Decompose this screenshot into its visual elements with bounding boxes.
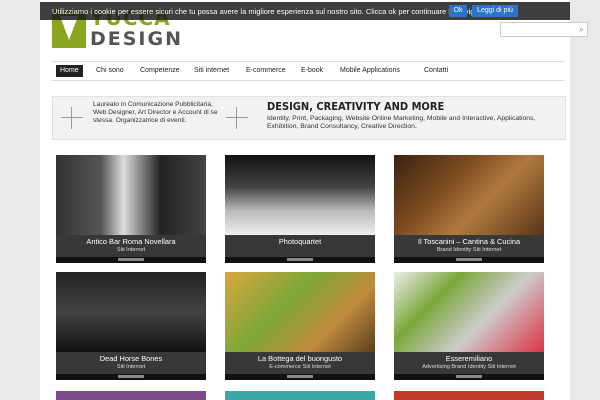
cookie-more-button[interactable]: Leggi di più [472, 5, 518, 17]
portfolio-caption: Antico Bar Roma Novellara Siti Internet [56, 235, 206, 257]
card-bar [456, 375, 482, 378]
search-icon[interactable]: ⌕ [579, 24, 584, 35]
portfolio-caption: Dead Horse Bones Siti Internet [56, 352, 206, 374]
portfolio-thumbnail-partial[interactable] [394, 391, 544, 400]
portfolio-caption: Photoquartet [225, 235, 375, 257]
logo-word-2: DESIGN [90, 28, 184, 50]
nav-item-e-book[interactable]: E-book [297, 65, 327, 77]
portfolio-tags[interactable]: Advertising Brand Identity Siti Internet [394, 364, 544, 370]
portfolio-thumbnail[interactable] [225, 155, 375, 235]
card-bar [118, 375, 144, 378]
portfolio-thumbnail[interactable] [56, 272, 206, 352]
portfolio-tags[interactable]: Siti Internet [56, 364, 206, 370]
nav-item-home[interactable]: Home [56, 65, 83, 77]
card-bar [456, 258, 482, 261]
portfolio-title[interactable]: Dead Horse Bones [56, 354, 206, 363]
card-bar [287, 258, 313, 261]
portfolio-card[interactable]: Il Toscanini – Cantina & Cucina Brand Id… [394, 155, 544, 263]
portfolio-thumbnail[interactable] [394, 272, 544, 352]
portfolio-thumbnail[interactable] [394, 155, 544, 235]
nav-item-mobile-applications[interactable]: Mobile Applications [336, 65, 404, 77]
portfolio-title[interactable]: Esseremiliano [394, 354, 544, 363]
hero-description: Identity, Print, Packaging, Website Onli… [267, 115, 536, 130]
portfolio-card[interactable]: Dead Horse Bones Siti Internet [56, 272, 206, 380]
card-bar [118, 258, 144, 261]
hero-title: DESIGN, CREATIVITY AND MORE [267, 100, 445, 113]
portfolio-title[interactable]: Photoquartet [225, 237, 375, 246]
cookie-ok-button[interactable]: Ok [449, 5, 467, 17]
portfolio-card[interactable]: La Bottega del buongusto E-commerce Siti… [225, 272, 375, 380]
portfolio-thumbnail-partial[interactable] [56, 391, 206, 400]
nav-item-chi-sono[interactable]: Chi sono [92, 65, 128, 77]
portfolio-caption: Esseremiliano Advertising Brand Identity… [394, 352, 544, 374]
portfolio-card[interactable]: Antico Bar Roma Novellara Siti Internet [56, 155, 206, 263]
hero-banner: Laureato in Comunicazione Pubblicitaria,… [52, 96, 566, 140]
portfolio-tags[interactable]: Brand Identity Siti Internet [394, 247, 544, 253]
plus-icon [61, 107, 83, 129]
cookie-banner: Utilizziamo i cookie per essere sicuri c… [40, 2, 570, 20]
cookie-message: Utilizziamo i cookie per essere sicuri c… [52, 7, 499, 16]
portfolio-tags[interactable]: E-commerce Siti Internet [225, 364, 375, 370]
portfolio-card[interactable]: Esseremiliano Advertising Brand Identity… [394, 272, 544, 380]
portfolio-caption: La Bottega del buongusto E-commerce Siti… [225, 352, 375, 374]
nav-item-siti-internet[interactable]: Siti internet [190, 65, 233, 77]
portfolio-title[interactable]: Antico Bar Roma Novellara [56, 237, 206, 246]
portfolio-tags[interactable]: Siti Internet [56, 247, 206, 253]
portfolio-title[interactable]: La Bottega del buongusto [225, 354, 375, 363]
nav-item-contatti[interactable]: Contatti [420, 65, 452, 77]
portfolio-caption: Il Toscanini – Cantina & Cucina Brand Id… [394, 235, 544, 257]
hero-intro: Laureato in Comunicazione Pubblicitaria,… [93, 101, 218, 124]
card-bar [287, 375, 313, 378]
page: YUCCA DESIGN ⌕ Home Chi sono Competenze … [40, 0, 588, 400]
portfolio-thumbnail[interactable] [225, 272, 375, 352]
main-nav: Home Chi sono Competenze Siti internet E… [52, 61, 564, 81]
nav-item-competenze[interactable]: Competenze [136, 65, 184, 77]
nav-item-e-commerce[interactable]: E-commerce [242, 65, 290, 77]
portfolio-card[interactable]: Photoquartet [225, 155, 375, 263]
plus-icon [226, 107, 248, 129]
portfolio-title[interactable]: Il Toscanini – Cantina & Cucina [394, 237, 544, 246]
portfolio-thumbnail[interactable] [56, 155, 206, 235]
portfolio-thumbnail-partial[interactable] [225, 391, 375, 400]
search-input[interactable]: ⌕ [500, 22, 588, 37]
